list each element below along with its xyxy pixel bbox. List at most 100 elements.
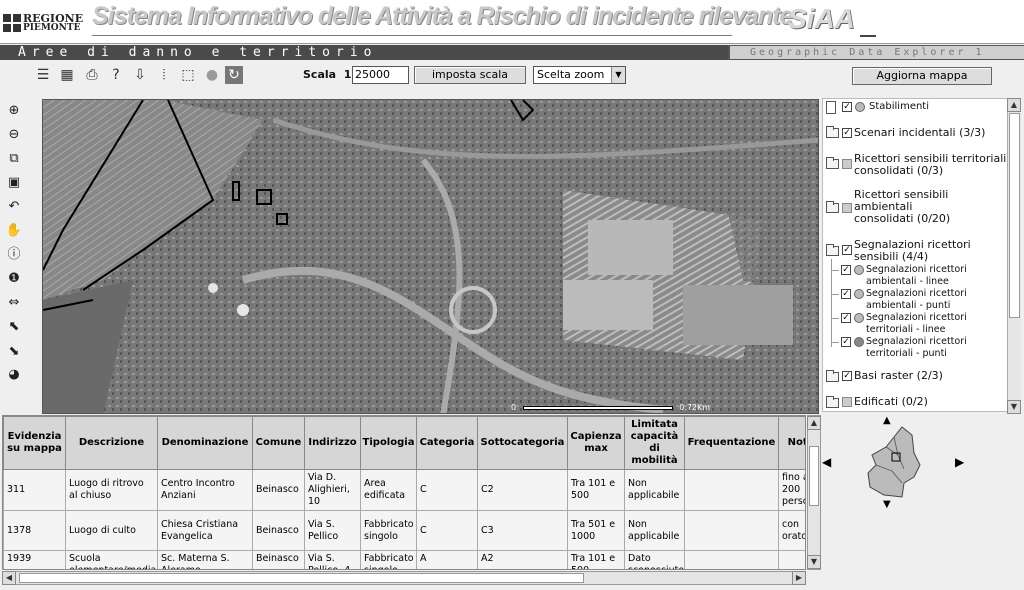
folder-icon[interactable] <box>826 201 839 213</box>
layer-segnalazioni[interactable]: Segnalazioni ricettori sensibili (4/4) <box>854 239 994 263</box>
scale-input[interactable]: 25000 <box>352 66 409 84</box>
sublayer-territoriali-punti[interactable]: Segnalazioni ricettori territoriali - pu… <box>866 336 986 360</box>
download-icon[interactable]: ⇩ <box>131 66 149 84</box>
print-icon[interactable]: ⎙ <box>83 66 101 84</box>
info-filled-icon[interactable]: ❶ <box>5 270 23 288</box>
scroll-up-icon[interactable]: ▲ <box>1007 98 1021 112</box>
table-row[interactable]: 311 Luogo di ritrovo al chiuso Centro In… <box>3 469 805 511</box>
layer-symbol-icon <box>854 289 864 299</box>
table-row[interactable]: 1378 Luogo di culto Chiesa Cristiana Eva… <box>3 510 805 551</box>
sublayer-checkbox[interactable]: ✓ <box>841 313 851 323</box>
column-header[interactable]: Comune <box>252 416 305 470</box>
sublayer-checkbox[interactable]: ✓ <box>841 289 851 299</box>
folder-icon[interactable] <box>826 126 839 138</box>
folder-open-icon[interactable] <box>826 244 839 256</box>
zoom-extent-icon[interactable]: ▣ <box>5 174 23 192</box>
update-map-button[interactable]: Aggiorna mappa <box>852 67 992 85</box>
sublayer-checkbox[interactable]: ✓ <box>841 265 851 275</box>
table-cell: Area edificata <box>360 469 417 511</box>
regione-piemonte-logo: REGIONE PIEMONTE <box>3 6 83 39</box>
scroll-down-icon[interactable]: ▼ <box>807 555 821 569</box>
info-icon[interactable]: ⓘ <box>5 246 23 264</box>
sublayer-ambientali-punti[interactable]: Segnalazioni ricettori ambientali - punt… <box>866 288 986 312</box>
refresh-icon[interactable]: ↻ <box>225 66 243 84</box>
column-header[interactable]: Limitata capacità di mobilità <box>624 416 685 470</box>
zoom-box-icon[interactable]: ⧉ <box>5 150 23 168</box>
column-header[interactable]: Tipologia <box>360 416 417 470</box>
scroll-thumb[interactable] <box>809 446 819 506</box>
table-cell: fino a 200 persone <box>778 469 805 511</box>
column-header[interactable]: Indirizzo <box>304 416 361 470</box>
table-cell: Luogo di culto <box>65 510 158 551</box>
layer-ricettori-territoriali[interactable]: Ricettori sensibili territoriali consoli… <box>854 153 1007 177</box>
table-horizontal-scrollbar[interactable]: ◀ ▶ <box>2 571 806 585</box>
nav-down-icon[interactable]: ▼ <box>883 499 891 510</box>
zoom-out-icon[interactable]: ⊖ <box>5 126 23 144</box>
layer-checkbox[interactable]: ✓ <box>842 128 852 138</box>
scroll-up-icon[interactable]: ▲ <box>807 416 821 430</box>
columns-icon[interactable]: ⦙ <box>155 66 173 84</box>
layer-checkbox[interactable] <box>842 397 852 407</box>
column-header[interactable]: Frequentazione <box>684 416 779 470</box>
zoom-in-icon[interactable]: ⊕ <box>5 102 23 120</box>
logo-line2: PIEMONTE <box>23 23 81 33</box>
table-cell <box>684 510 779 551</box>
layer-scenari[interactable]: Scenari incidentali (3/3) <box>854 127 985 139</box>
layer-checkbox[interactable] <box>842 203 852 213</box>
column-header[interactable]: Capienza max <box>567 416 625 470</box>
layer-stabilimenti[interactable]: Stabilimenti <box>869 101 929 113</box>
table-cell[interactable]: 1378 <box>3 510 66 551</box>
column-header[interactable]: Descrizione <box>65 416 158 470</box>
list-icon[interactable]: ☰ <box>34 66 52 84</box>
table-cell[interactable]: 311 <box>3 469 66 511</box>
tree-line <box>831 294 839 295</box>
select-area-icon[interactable]: ⬚ <box>179 66 197 84</box>
sublayer-ambientali-linee[interactable]: Segnalazioni ricettori ambientali - line… <box>866 264 986 288</box>
folder-icon[interactable] <box>826 157 839 169</box>
sublayer-checkbox[interactable]: ✓ <box>841 337 851 347</box>
sublayer-territoriali-linee[interactable]: Segnalazioni ricettori territoriali - li… <box>866 312 986 336</box>
layer-edificati[interactable]: Edificati (0/2) <box>854 396 928 408</box>
set-scale-button[interactable]: imposta scala <box>414 66 526 84</box>
column-header[interactable]: Denominazione <box>157 416 253 470</box>
column-header[interactable]: Categoria <box>416 416 478 470</box>
scroll-right-icon[interactable]: ▶ <box>792 571 806 585</box>
scroll-left-icon[interactable]: ◀ <box>2 571 16 585</box>
help-icon[interactable]: ? <box>107 66 125 84</box>
layer-scrollbar[interactable]: ▲ ▼ <box>1007 98 1021 414</box>
layer-symbol-icon <box>854 313 864 323</box>
table-row[interactable]: 1939 Scuola elementare/media Sc. Materna… <box>3 550 805 569</box>
select-area-arrow-icon[interactable]: ⬊ <box>5 343 23 361</box>
layer-checkbox[interactable] <box>842 159 852 169</box>
piemonte-overview-map[interactable] <box>864 425 924 500</box>
select-arrow-icon[interactable]: ⬉ <box>5 318 23 336</box>
nav-right-icon[interactable]: ▶ <box>955 455 964 469</box>
layer-basi-raster[interactable]: Basi raster (2/3) <box>854 370 943 382</box>
chevron-down-icon[interactable]: ▼ <box>611 67 625 83</box>
grid-icon[interactable]: ▦ <box>58 66 76 84</box>
folder-icon[interactable] <box>826 396 839 408</box>
table-vertical-scrollbar[interactable]: ▲ ▼ <box>807 415 821 570</box>
folder-icon[interactable] <box>826 370 839 382</box>
divider <box>860 35 876 37</box>
zoom-previous-icon[interactable]: ↶ <box>5 198 23 216</box>
column-header[interactable]: Sottocategoria <box>477 416 568 470</box>
scroll-thumb[interactable] <box>19 573 584 583</box>
table-cell[interactable]: 1939 <box>3 550 66 569</box>
layer-ricettori-ambientali[interactable]: Ricettori sensibili ambientali consolida… <box>854 189 974 225</box>
column-header[interactable]: Evidenzia su mappa <box>3 416 66 470</box>
record-icon[interactable]: ● <box>203 66 221 84</box>
scroll-thumb[interactable] <box>1009 113 1020 318</box>
pan-hand-icon[interactable]: ✋ <box>5 222 23 240</box>
column-header[interactable]: Note <box>778 416 805 470</box>
layer-checkbox[interactable]: ✓ <box>842 102 852 112</box>
layer-checkbox[interactable]: ✓ <box>842 245 852 255</box>
measure-icon[interactable]: ⇔ <box>5 294 23 312</box>
layer-checkbox[interactable]: ✓ <box>842 371 852 381</box>
scroll-down-icon[interactable]: ▼ <box>1007 400 1021 414</box>
nav-left-icon[interactable]: ◀ <box>822 455 831 469</box>
map-view[interactable]: 0 0.72Km <box>42 99 819 414</box>
zoom-select[interactable]: Scelta zoom ▼ <box>533 66 626 84</box>
table-cell: Beinasco <box>252 510 305 551</box>
globe-icon[interactable]: ◕ <box>5 366 23 384</box>
